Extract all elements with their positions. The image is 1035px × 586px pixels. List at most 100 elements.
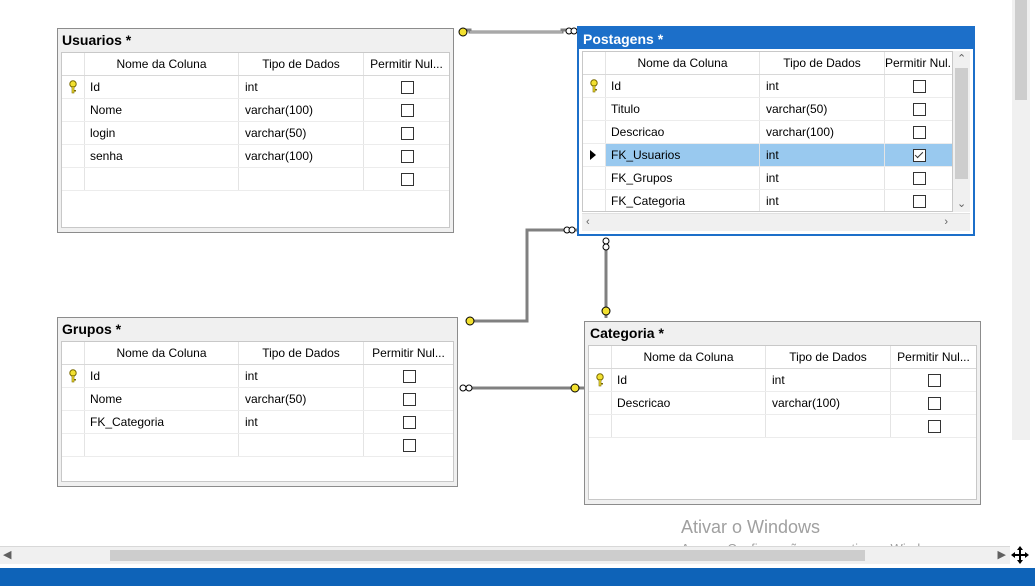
table-row[interactable]: Nome varchar(50) xyxy=(62,388,453,411)
windows-taskbar[interactable] xyxy=(0,568,1035,586)
scroll-right-icon[interactable]: › xyxy=(944,215,948,229)
table-row[interactable]: Descricao varchar(100) xyxy=(583,121,952,144)
relation-grupos-postagens[interactable] xyxy=(465,226,578,326)
vertical-scrollbar[interactable]: ⌃ ⌄ xyxy=(953,51,970,212)
data-type-cell[interactable]: varchar(50) xyxy=(760,98,885,120)
column-name-cell[interactable]: Descricao xyxy=(606,121,760,143)
allow-nulls-checkbox[interactable] xyxy=(912,126,926,139)
column-header-type[interactable]: Tipo de Dados xyxy=(239,342,364,364)
table-title[interactable]: Grupos * xyxy=(58,318,457,339)
allow-nulls-checkbox[interactable] xyxy=(402,439,416,452)
diagram-vertical-scrollbar[interactable] xyxy=(1012,0,1030,440)
row-selector[interactable] xyxy=(583,144,606,166)
allow-nulls-checkbox[interactable] xyxy=(402,416,416,429)
column-name-cell[interactable]: Descricao xyxy=(612,392,766,414)
row-selector[interactable] xyxy=(589,415,612,437)
table-title[interactable]: Categoria * xyxy=(585,322,980,343)
new-column-row[interactable] xyxy=(589,415,976,438)
row-selector[interactable] xyxy=(62,122,85,144)
new-column-row[interactable] xyxy=(62,434,453,457)
allow-nulls-checkbox[interactable] xyxy=(912,149,926,162)
data-type-cell[interactable] xyxy=(239,434,364,456)
row-selector[interactable] xyxy=(62,388,85,410)
table-row[interactable]: FK_Categoria int xyxy=(62,411,453,434)
allow-nulls-checkbox[interactable] xyxy=(400,81,414,94)
column-header-name[interactable]: Nome da Coluna xyxy=(85,342,239,364)
column-header-type[interactable]: Tipo de Dados xyxy=(239,53,364,75)
scrollbar-thumb[interactable] xyxy=(110,550,865,561)
column-name-cell[interactable]: Nome xyxy=(85,388,239,410)
row-selector[interactable] xyxy=(583,167,606,189)
allow-nulls-checkbox[interactable] xyxy=(402,370,416,383)
data-type-cell[interactable]: int xyxy=(760,75,885,97)
column-header-nullable[interactable]: Permitir Nul... xyxy=(891,346,976,368)
horizontal-scrollbar[interactable]: ‹ › xyxy=(582,213,970,231)
column-header-name[interactable]: Nome da Coluna xyxy=(606,52,760,74)
row-selector[interactable] xyxy=(62,434,85,456)
row-selector[interactable] xyxy=(583,98,606,120)
column-header-name[interactable]: Nome da Coluna xyxy=(85,53,239,75)
row-selector[interactable] xyxy=(62,168,85,190)
data-type-cell[interactable]: varchar(100) xyxy=(239,99,364,121)
column-name-cell[interactable]: Id xyxy=(85,365,239,387)
data-type-cell[interactable]: varchar(50) xyxy=(239,122,364,144)
table-row[interactable]: login varchar(50) xyxy=(62,122,449,145)
allow-nulls-checkbox[interactable] xyxy=(912,195,926,208)
column-header-type[interactable]: Tipo de Dados xyxy=(766,346,891,368)
data-type-cell[interactable]: int xyxy=(239,365,364,387)
new-column-row[interactable] xyxy=(62,168,449,191)
table-row-selected[interactable]: FK_Usuarios int xyxy=(583,144,952,167)
table-postagens[interactable]: Postagens * Nome da Coluna Tipo de Dados… xyxy=(577,26,975,236)
column-name-cell[interactable]: Id xyxy=(606,75,760,97)
row-selector[interactable] xyxy=(583,121,606,143)
allow-nulls-checkbox[interactable] xyxy=(400,150,414,163)
data-type-cell[interactable]: int xyxy=(760,144,885,166)
table-row[interactable]: Id int xyxy=(62,365,453,388)
allow-nulls-checkbox[interactable] xyxy=(400,127,414,140)
scroll-down-icon[interactable]: ⌄ xyxy=(957,197,966,211)
column-header-name[interactable]: Nome da Coluna xyxy=(612,346,766,368)
diagram-horizontal-scrollbar[interactable]: ◀ ▶ xyxy=(0,546,1010,564)
scroll-left-icon[interactable]: ◀ xyxy=(3,548,11,562)
column-name-cell[interactable]: Id xyxy=(612,369,766,391)
column-name-cell[interactable]: FK_Categoria xyxy=(85,411,239,433)
scrollbar-thumb[interactable] xyxy=(955,68,968,179)
allow-nulls-checkbox[interactable] xyxy=(912,80,926,93)
relation-usuarios-postagens[interactable] xyxy=(458,27,578,37)
row-selector[interactable] xyxy=(589,392,612,414)
table-title[interactable]: Postagens * xyxy=(579,28,973,49)
data-type-cell[interactable] xyxy=(766,415,891,437)
column-header-type[interactable]: Tipo de Dados xyxy=(760,52,885,74)
column-name-cell[interactable]: Id xyxy=(85,76,239,98)
scroll-left-icon[interactable]: ‹ xyxy=(586,215,590,229)
row-selector[interactable] xyxy=(589,369,612,391)
table-usuarios[interactable]: Usuarios * Nome da Coluna Tipo de Dados … xyxy=(57,28,454,233)
columns-grid[interactable]: Nome da Coluna Tipo de Dados Permitir Nu… xyxy=(61,341,454,482)
allow-nulls-checkbox[interactable] xyxy=(912,172,926,185)
allow-nulls-checkbox[interactable] xyxy=(927,397,941,410)
data-type-cell[interactable]: int xyxy=(766,369,891,391)
column-name-cell[interactable]: senha xyxy=(85,145,239,167)
column-name-cell[interactable]: Titulo xyxy=(606,98,760,120)
row-selector[interactable] xyxy=(62,99,85,121)
relation-categoria-postagens[interactable] xyxy=(601,237,611,318)
scroll-right-icon[interactable]: ▶ xyxy=(998,548,1006,562)
row-selector[interactable] xyxy=(62,145,85,167)
table-grupos[interactable]: Grupos * Nome da Coluna Tipo de Dados Pe… xyxy=(57,317,458,487)
column-header-nullable[interactable]: Permitir Nul... xyxy=(885,52,952,74)
data-type-cell[interactable]: varchar(100) xyxy=(760,121,885,143)
table-row[interactable]: Descricao varchar(100) xyxy=(589,392,976,415)
data-type-cell[interactable]: int xyxy=(239,411,364,433)
table-row[interactable]: senha varchar(100) xyxy=(62,145,449,168)
allow-nulls-checkbox[interactable] xyxy=(400,104,414,117)
table-categoria[interactable]: Categoria * Nome da Coluna Tipo de Dados… xyxy=(584,321,981,505)
table-title[interactable]: Usuarios * xyxy=(58,29,453,50)
column-name-cell[interactable] xyxy=(612,415,766,437)
column-header-nullable[interactable]: Permitir Nul... xyxy=(364,342,453,364)
column-name-cell[interactable]: FK_Usuarios xyxy=(606,144,760,166)
column-name-cell[interactable]: login xyxy=(85,122,239,144)
allow-nulls-checkbox[interactable] xyxy=(927,374,941,387)
scroll-up-icon[interactable]: ⌃ xyxy=(957,52,966,66)
allow-nulls-checkbox[interactable] xyxy=(402,393,416,406)
relation-grupos-categoria[interactable] xyxy=(459,383,584,393)
